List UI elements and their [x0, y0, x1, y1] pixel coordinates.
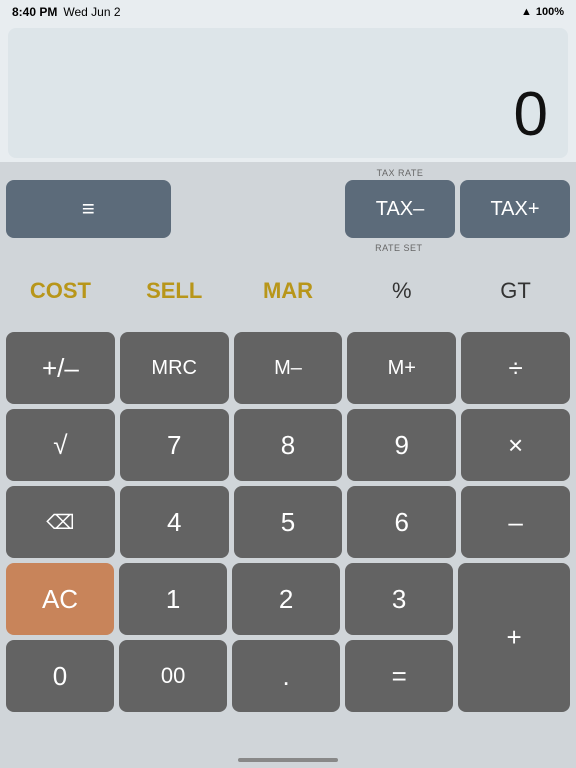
home-indicator: [0, 752, 576, 768]
gt-button[interactable]: GT: [461, 255, 570, 327]
three-button[interactable]: 3: [345, 563, 453, 635]
row-3: +/– MRC M– M+ ÷: [6, 332, 570, 404]
home-bar: [238, 758, 338, 762]
four-button[interactable]: 4: [120, 486, 229, 558]
tax-plus-button[interactable]: TAX+: [460, 180, 570, 238]
sell-button[interactable]: SELL: [120, 255, 229, 327]
plus-button[interactable]: +: [458, 563, 570, 712]
display-area: 0: [8, 28, 568, 158]
row-2-wrapper: RATE SET COST SELL MAR % GT: [6, 243, 570, 327]
tax-minus-button[interactable]: TAX–: [345, 180, 455, 238]
row-6: AC 1 2 3: [6, 563, 453, 635]
seven-button[interactable]: 7: [120, 409, 229, 481]
eight-button[interactable]: 8: [234, 409, 343, 481]
battery-icon: 100%: [536, 6, 564, 18]
calculator-body: ≡ TAX RATE TAX– TAX+ RATE SET COST SELL …: [0, 162, 576, 752]
one-button[interactable]: 1: [119, 563, 227, 635]
status-icons: ▲ 100%: [521, 6, 564, 18]
status-time: 8:40 PM: [12, 5, 57, 19]
nine-button[interactable]: 9: [347, 409, 456, 481]
multiply-button[interactable]: ×: [461, 409, 570, 481]
decimal-button[interactable]: .: [232, 640, 340, 712]
row-5: ⌫ 4 5 6 –: [6, 486, 570, 558]
plus-minus-button[interactable]: +/–: [6, 332, 115, 404]
minus-button[interactable]: –: [461, 486, 570, 558]
two-button[interactable]: 2: [232, 563, 340, 635]
display-value: 0: [514, 84, 548, 146]
backspace-button[interactable]: ⌫: [6, 486, 115, 558]
row-4: √ 7 8 9 ×: [6, 409, 570, 481]
cost-button[interactable]: COST: [6, 255, 115, 327]
sqrt-button[interactable]: √: [6, 409, 115, 481]
double-zero-button[interactable]: 00: [119, 640, 227, 712]
m-minus-button[interactable]: M–: [234, 332, 343, 404]
equals-button[interactable]: =: [345, 640, 453, 712]
tax-rate-label: TAX RATE: [377, 168, 424, 178]
tax-minus-group: TAX RATE TAX–: [345, 168, 455, 238]
mar-button[interactable]: MAR: [234, 255, 343, 327]
wifi-icon: ▲: [521, 6, 532, 18]
six-button[interactable]: 6: [347, 486, 456, 558]
row-6-7: AC 1 2 3 0 00 . = +: [6, 563, 570, 712]
menu-button[interactable]: ≡: [6, 180, 171, 238]
m-plus-button[interactable]: M+: [347, 332, 456, 404]
status-date: Wed Jun 2: [63, 5, 120, 19]
backspace-icon: ⌫: [46, 510, 74, 535]
rate-set-label: RATE SET: [375, 243, 422, 253]
status-bar: 8:40 PM Wed Jun 2 ▲ 100%: [0, 0, 576, 24]
row-2: COST SELL MAR % GT: [6, 255, 570, 327]
row-7: 0 00 . =: [6, 640, 453, 712]
percent-button[interactable]: %: [347, 255, 456, 327]
mrc-button[interactable]: MRC: [120, 332, 229, 404]
divide-button[interactable]: ÷: [461, 332, 570, 404]
tax-plus-group: TAX+: [460, 169, 570, 238]
five-button[interactable]: 5: [234, 486, 343, 558]
ac-button[interactable]: AC: [6, 563, 114, 635]
zero-button[interactable]: 0: [6, 640, 114, 712]
row-top: ≡ TAX RATE TAX– TAX+: [6, 168, 570, 238]
